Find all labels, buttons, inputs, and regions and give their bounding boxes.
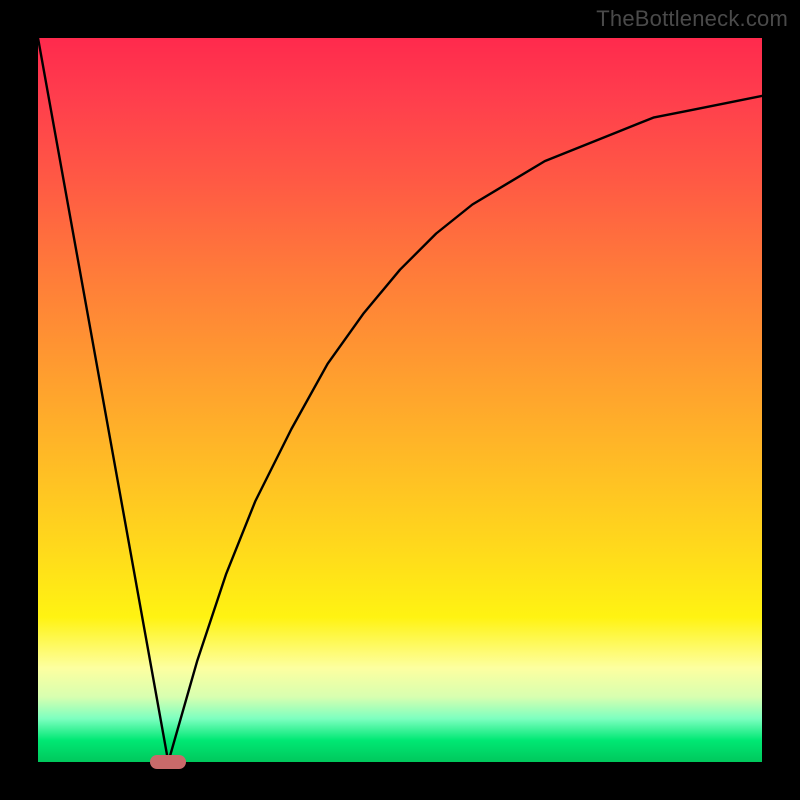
chart-curve-svg xyxy=(38,38,762,762)
chart-plot-area xyxy=(38,38,762,762)
watermark-text: TheBottleneck.com xyxy=(596,6,788,32)
chart-optimum-marker xyxy=(150,755,186,769)
chart-curve-path xyxy=(38,38,762,762)
chart-frame: TheBottleneck.com xyxy=(0,0,800,800)
